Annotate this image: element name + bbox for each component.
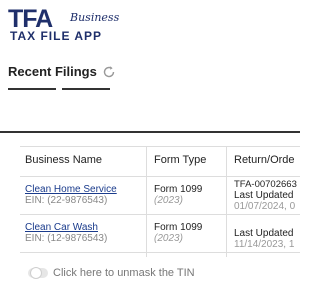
last-updated-label: Last Updated <box>234 228 294 239</box>
header-form-type[interactable]: Form Type <box>154 154 206 167</box>
section-title: Recent Filings <box>8 64 97 79</box>
header-business-name[interactable]: Business Name <box>25 154 102 167</box>
logo-app-name: TAX FILE APP <box>10 29 103 43</box>
last-updated-label: Last Updated <box>234 190 294 201</box>
ein-text: EIN: (22-9876543) <box>25 195 108 206</box>
last-updated-date: 11/14/2023, 1 <box>234 239 295 250</box>
unmask-tin-label[interactable]: Click here to unmask the TIN <box>53 266 195 280</box>
section-title-underline-2 <box>62 88 110 90</box>
table-row: Clean Car Wash EIN: (12-9876543) Form 10… <box>20 215 300 253</box>
section-title-underline <box>8 88 56 90</box>
table-header: Business Name Form Type Return/Orde <box>20 147 300 177</box>
toggle-knob <box>30 267 42 279</box>
unmask-tin-toggle[interactable] <box>28 267 48 279</box>
last-updated-date: 01/07/2024, 0 <box>234 201 296 212</box>
form-year: (2023) <box>154 233 183 244</box>
ein-text: EIN: (12-9876543) <box>25 233 108 244</box>
table-row: Clean Home Service EIN: (22-9876543) For… <box>20 177 300 215</box>
unmask-tin-control: Click here to unmask the TIN <box>28 266 298 282</box>
app-logo: TFA Business TAX FILE APP <box>8 6 123 43</box>
form-year: (2023) <box>154 195 183 206</box>
header-return-order[interactable]: Return/Orde <box>234 154 295 167</box>
return-id: TFA-00702663 <box>234 179 297 190</box>
filings-table: Business Name Form Type Return/Orde Clea… <box>20 146 300 257</box>
logo-business-text: Business <box>70 11 120 24</box>
refresh-icon[interactable] <box>102 65 116 79</box>
